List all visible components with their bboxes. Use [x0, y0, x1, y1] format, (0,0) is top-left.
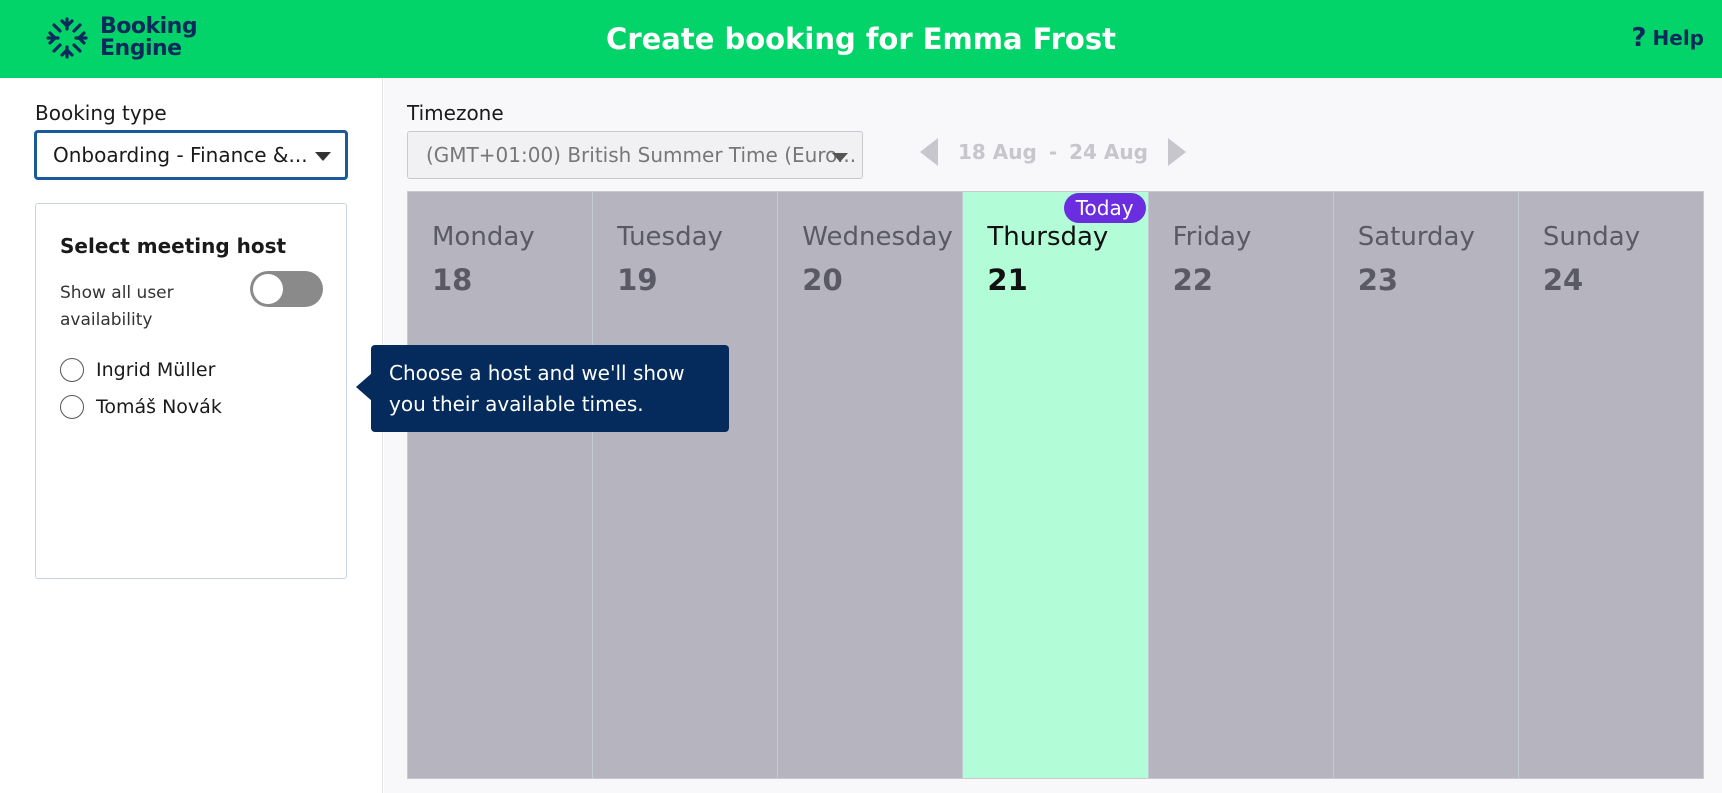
day-column-saturday[interactable]: Saturday 23: [1333, 192, 1519, 778]
week-end: 24 Aug: [1069, 140, 1148, 164]
week-start: 18 Aug: [958, 140, 1037, 164]
day-name: Sunday: [1542, 222, 1641, 252]
timezone-value: (GMT+01:00) British Summer Time (Euro...: [426, 143, 857, 167]
day-number: 24: [1542, 263, 1584, 297]
host-option-2[interactable]: Tomáš Novák: [60, 395, 222, 419]
day-number: 21: [987, 263, 1028, 297]
show-all-availability-toggle[interactable]: [250, 271, 323, 307]
day-column-wednesday[interactable]: Wednesday 20: [778, 192, 964, 778]
day-number: 20: [802, 263, 843, 297]
meeting-host-card: Select meeting host Show all user availa…: [35, 203, 347, 579]
day-name: Thursday: [987, 222, 1109, 252]
toggle-knob: [253, 274, 283, 304]
day-column-friday[interactable]: Friday 22: [1148, 192, 1334, 778]
day-number: 22: [1172, 263, 1213, 297]
help-button[interactable]: ? Help: [1631, 23, 1704, 53]
timezone-select[interactable]: (GMT+01:00) British Summer Time (Euro...: [407, 131, 863, 179]
day-name: Friday: [1172, 222, 1252, 252]
host-card-title: Select meeting host: [60, 234, 287, 258]
day-number: 18: [432, 263, 473, 297]
day-column-monday[interactable]: Monday 18: [408, 192, 594, 778]
timezone-label: Timezone: [407, 101, 504, 125]
host-hint-tooltip: Choose a host and we'll show you their a…: [371, 345, 729, 432]
week-calendar: Monday 18 Tuesday 19 Wednesday 20 Today …: [407, 191, 1704, 779]
chevron-down-icon: [832, 153, 848, 162]
previous-week-icon[interactable]: [920, 138, 938, 166]
week-separator: -: [1048, 140, 1058, 164]
day-number: 19: [617, 263, 658, 297]
help-label: Help: [1652, 26, 1704, 50]
day-number: 23: [1357, 263, 1399, 297]
chevron-down-icon: [315, 152, 331, 161]
day-name: Tuesday: [617, 222, 723, 252]
booking-type-select[interactable]: Onboarding - Finance &...: [34, 130, 348, 180]
week-navigation: 18 Aug - 24 Aug: [920, 138, 1186, 166]
day-column-thursday[interactable]: Today Thursday 21: [963, 192, 1149, 778]
radio-button[interactable]: [60, 358, 84, 382]
radio-button[interactable]: [60, 395, 84, 419]
today-badge: Today: [1063, 193, 1146, 223]
booking-type-label: Booking type: [35, 101, 167, 125]
host-option-1[interactable]: Ingrid Müller: [60, 358, 215, 382]
day-column-sunday[interactable]: Sunday 24: [1518, 192, 1703, 778]
booking-type-value: Onboarding - Finance &...: [53, 143, 308, 167]
day-name: Wednesday: [802, 222, 953, 252]
question-mark-icon: ?: [1631, 23, 1647, 53]
host-name: Tomáš Novák: [96, 396, 222, 418]
page-title: Create booking for Emma Frost: [606, 22, 1116, 56]
app-header: Booking Engine Create booking for Emma F…: [0, 0, 1722, 78]
day-name: Saturday: [1357, 222, 1475, 252]
day-column-tuesday[interactable]: Tuesday 19: [593, 192, 779, 778]
day-name: Monday: [432, 222, 535, 252]
show-all-availability-label: Show all user availability: [60, 283, 174, 330]
next-week-icon[interactable]: [1167, 138, 1186, 166]
host-name: Ingrid Müller: [96, 359, 216, 381]
tooltip-arrow: [356, 373, 372, 401]
